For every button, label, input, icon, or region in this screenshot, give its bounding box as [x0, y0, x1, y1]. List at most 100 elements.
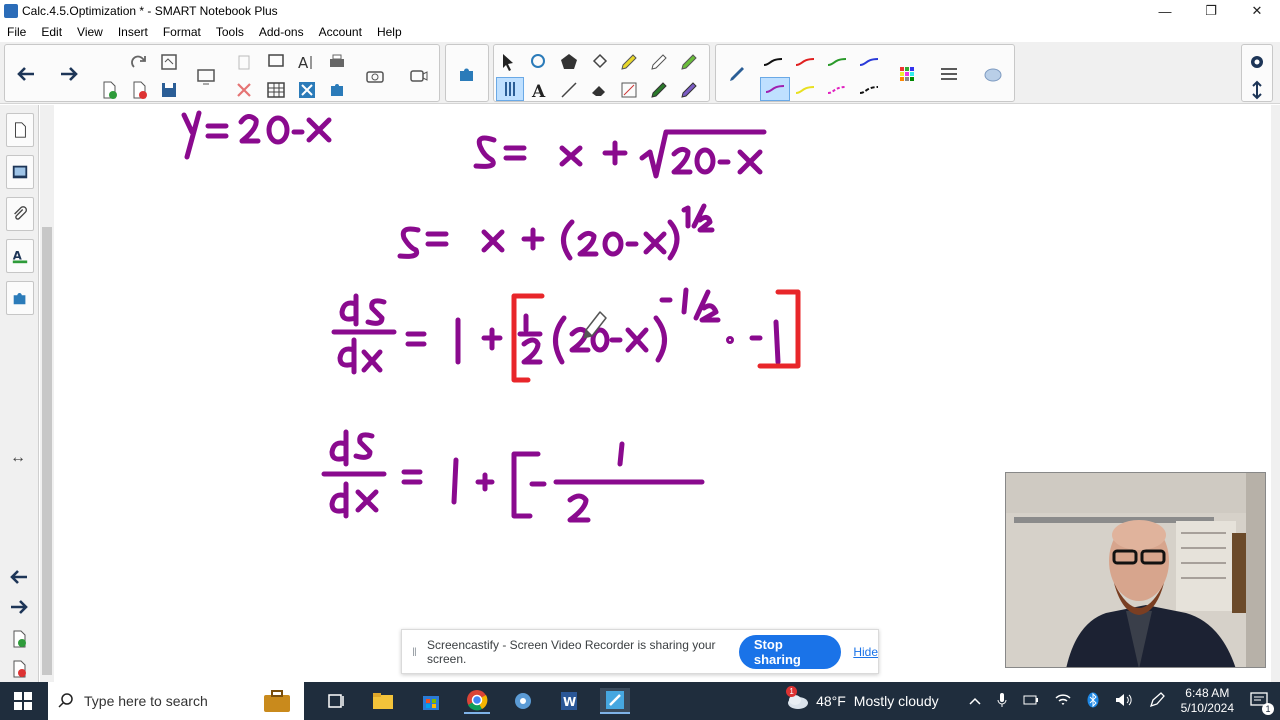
- insert-image-icon[interactable]: [158, 51, 180, 73]
- full-screen-icon[interactable]: [265, 51, 287, 73]
- menu-help[interactable]: Help: [370, 25, 410, 39]
- minimize-button[interactable]: —: [1142, 0, 1188, 22]
- microsoft-store-icon[interactable]: [418, 688, 444, 714]
- menu-account[interactable]: Account: [312, 25, 370, 39]
- chrome-icon[interactable]: [464, 688, 490, 714]
- clear-page-icon[interactable]: [296, 79, 318, 101]
- fill-icon[interactable]: [588, 51, 610, 73]
- chevron-up-icon[interactable]: [969, 694, 981, 708]
- delete-page-icon[interactable]: [128, 79, 150, 101]
- pen-style-yellow[interactable]: [794, 79, 816, 101]
- windows-start-icon[interactable]: [10, 688, 36, 714]
- back-arrow-icon[interactable]: [15, 63, 37, 85]
- addons-icon[interactable]: [456, 63, 478, 85]
- bluetooth-icon[interactable]: [1087, 692, 1099, 711]
- menu-tools[interactable]: Tools: [209, 25, 252, 39]
- pen-green-icon[interactable]: [678, 51, 700, 73]
- save-icon[interactable]: [158, 79, 180, 101]
- next-page-icon[interactable]: [8, 597, 30, 622]
- word-icon[interactable]: W: [556, 688, 582, 714]
- hide-link[interactable]: Hide: [853, 645, 878, 659]
- pen-purple-icon[interactable]: [678, 79, 700, 101]
- battery-icon[interactable]: [1023, 694, 1039, 709]
- briefcase-icon[interactable]: [262, 688, 292, 717]
- task-view-icon[interactable]: [324, 688, 350, 714]
- volume-icon[interactable]: [1115, 693, 1133, 710]
- screen-shade-icon[interactable]: [195, 65, 217, 87]
- window-controls: — ❐ ✕: [1142, 0, 1280, 22]
- shapes-icon[interactable]: [528, 51, 550, 73]
- weather-temp: 48°F: [816, 693, 846, 709]
- maximize-button[interactable]: ❐: [1188, 0, 1234, 22]
- pen-style-black[interactable]: [762, 51, 784, 73]
- eraser-icon[interactable]: [588, 79, 610, 101]
- addons-puzzle-icon[interactable]: [326, 79, 348, 101]
- paste-icon[interactable]: [233, 51, 255, 73]
- pen-dark-green-icon[interactable]: [648, 79, 670, 101]
- pen-style-purple-selected[interactable]: [760, 77, 790, 101]
- resize-sidebar-icon[interactable]: ↔: [10, 449, 26, 467]
- pen-icon[interactable]: [726, 63, 748, 85]
- print-icon[interactable]: [326, 51, 348, 73]
- regular-polygon-icon[interactable]: [558, 51, 580, 73]
- attachments-tab[interactable]: [6, 197, 34, 231]
- gallery-tab[interactable]: [6, 155, 34, 189]
- table-icon[interactable]: [265, 79, 287, 101]
- wifi-icon[interactable]: [1055, 693, 1071, 710]
- menu-format[interactable]: Format: [156, 25, 209, 39]
- pen-style-blue[interactable]: [858, 51, 880, 73]
- sidebar: A ↔: [0, 105, 39, 682]
- drag-handle-icon[interactable]: ‖: [412, 645, 417, 659]
- menu-addons[interactable]: Add-ons: [252, 25, 312, 39]
- taskbar-search-box[interactable]: Type here to search: [48, 682, 304, 720]
- menu-file[interactable]: File: [0, 25, 34, 39]
- line-icon[interactable]: [558, 79, 580, 101]
- weather-widget[interactable]: 1 48°F Mostly cloudy: [786, 686, 939, 710]
- properties-tab[interactable]: A: [6, 239, 34, 273]
- addons-tab[interactable]: [6, 281, 34, 315]
- vertical-scrollbar[interactable]: [40, 105, 54, 682]
- record-icon[interactable]: [408, 65, 430, 87]
- pen-style-red[interactable]: [794, 51, 816, 73]
- pen-menu-icon[interactable]: [1149, 691, 1165, 711]
- forward-arrow-icon[interactable]: [58, 63, 80, 85]
- text-recognition-icon[interactable]: A: [296, 51, 318, 73]
- previous-page-icon[interactable]: [8, 567, 30, 592]
- settings-icon[interactable]: [1246, 51, 1268, 73]
- new-page-icon[interactable]: [98, 79, 120, 101]
- smart-notebook-taskbar-icon[interactable]: [600, 688, 630, 714]
- camera-icon[interactable]: [364, 65, 386, 87]
- page-sorter-tab[interactable]: [6, 113, 34, 147]
- windows-taskbar: Type here to search W 1 48°F Mostly clou…: [0, 682, 1280, 720]
- clock[interactable]: 6:48 AM 5/10/2024: [1181, 686, 1234, 716]
- move-toolbar-icon[interactable]: [1246, 79, 1268, 101]
- menu-insert[interactable]: Insert: [111, 25, 156, 39]
- notification-count: 1: [1262, 702, 1274, 715]
- delete-icon[interactable]: [233, 79, 255, 101]
- notifications-icon[interactable]: 1: [1250, 691, 1274, 715]
- pen-style-black-dash[interactable]: [858, 79, 880, 101]
- close-button[interactable]: ✕: [1234, 0, 1280, 22]
- pen-tool-icon[interactable]: [496, 77, 524, 101]
- stop-sharing-button[interactable]: Stop sharing: [738, 634, 842, 669]
- redo-icon[interactable]: [128, 51, 150, 73]
- measurement-icon[interactable]: [618, 79, 640, 101]
- text-icon[interactable]: A: [528, 79, 550, 101]
- magic-pen-icon[interactable]: [648, 51, 670, 73]
- add-page-icon[interactable]: [9, 629, 29, 654]
- menu-view[interactable]: View: [70, 25, 111, 39]
- pen-style-green[interactable]: [826, 51, 848, 73]
- snipping-tool-icon[interactable]: [510, 688, 536, 714]
- ink-s-equals-x-plus-power: [397, 203, 715, 261]
- select-icon[interactable]: [498, 51, 520, 73]
- transparency-icon[interactable]: [982, 63, 1004, 85]
- line-style-icon[interactable]: [938, 63, 960, 85]
- color-palette-icon[interactable]: [896, 63, 918, 85]
- scrollbar-thumb[interactable]: [42, 227, 52, 675]
- highlighter-icon[interactable]: [618, 51, 640, 73]
- microphone-icon[interactable]: [997, 692, 1007, 711]
- menu-edit[interactable]: Edit: [34, 25, 70, 39]
- delete-page-side-icon[interactable]: [9, 659, 29, 684]
- pen-style-magenta-dash[interactable]: [826, 79, 848, 101]
- file-explorer-icon[interactable]: [370, 688, 396, 714]
